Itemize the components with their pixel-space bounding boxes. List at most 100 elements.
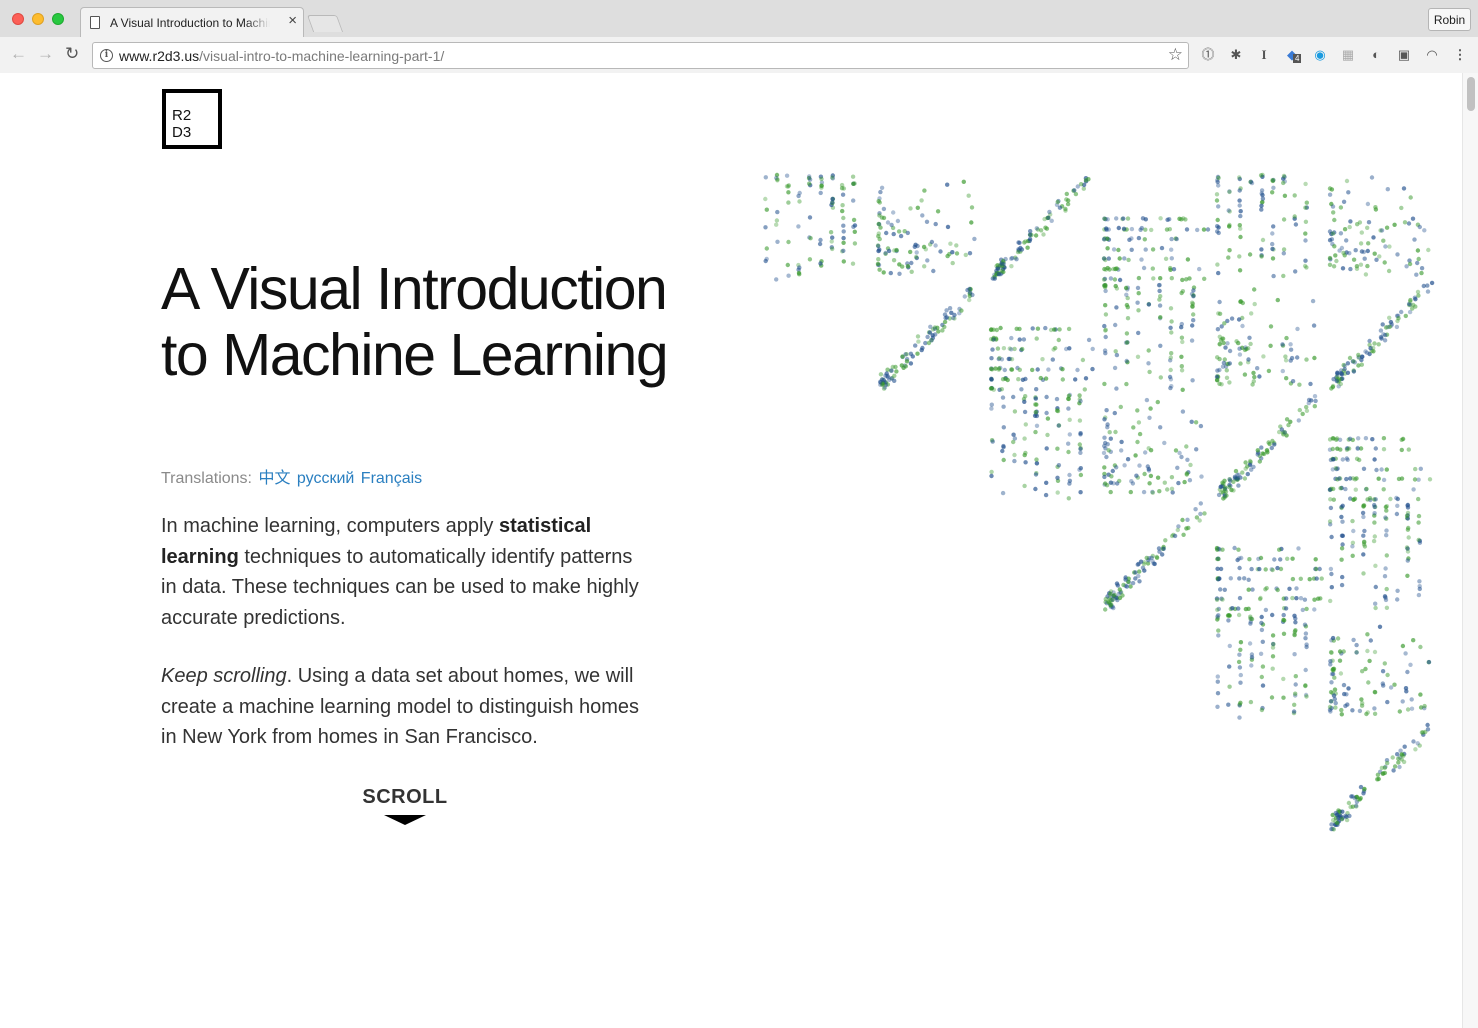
scatter-point <box>877 213 882 218</box>
scatter-point <box>1402 220 1408 225</box>
scatter-point <box>1146 468 1152 473</box>
maximize-window-button[interactable] <box>52 13 64 25</box>
scatter-point <box>1040 357 1045 362</box>
scatter-point <box>1366 220 1372 225</box>
scatter-point <box>1030 326 1035 331</box>
address-bar[interactable]: i www.r2d3.us/visual-intro-to-machine-le… <box>92 42 1189 69</box>
scatter-point <box>1355 446 1360 451</box>
scatter-point <box>1259 627 1265 633</box>
scatter-point <box>1304 644 1309 650</box>
scatter-point <box>1217 299 1222 305</box>
scatter-point <box>990 439 995 444</box>
scatter-point <box>1304 404 1309 410</box>
star-icon[interactable]: ☆ <box>1168 45 1183 65</box>
scatter-point <box>1168 325 1173 330</box>
profile-button[interactable]: Robin <box>1428 8 1471 31</box>
scatter-point <box>1238 700 1243 705</box>
scatter-point <box>1238 640 1244 645</box>
scatter-point <box>1270 256 1276 261</box>
back-arrow-icon[interactable]: ← <box>10 45 27 63</box>
scatter-point <box>1358 796 1363 801</box>
extension-gauge-icon[interactable]: ◠ <box>1424 47 1440 63</box>
extension-1password-icon[interactable]: ⓵ <box>1200 47 1216 63</box>
scatter-point <box>894 369 899 374</box>
scatter-point <box>898 233 904 239</box>
new-tab-button[interactable] <box>306 15 344 32</box>
scrollbar-thumb[interactable] <box>1467 77 1475 111</box>
scatter-point <box>786 184 791 189</box>
scatter-point <box>1342 227 1348 232</box>
translation-link-chinese[interactable]: 中文 <box>258 470 290 487</box>
scatter-point <box>1334 378 1339 384</box>
scatter-point <box>1179 454 1184 460</box>
scatter-point <box>1078 450 1083 455</box>
info-icon[interactable]: i <box>100 49 113 62</box>
close-window-button[interactable] <box>12 13 24 25</box>
reload-icon[interactable]: ↻ <box>65 45 79 63</box>
scatter-point <box>1339 245 1345 251</box>
scatter-point <box>1236 659 1242 665</box>
scatter-point <box>1292 631 1297 637</box>
scatter-point <box>1337 476 1342 481</box>
scatter-point <box>1191 288 1196 293</box>
scatter-point <box>1226 702 1231 707</box>
menu-icon[interactable]: ⋮ <box>1452 47 1468 63</box>
scatter-point <box>1238 672 1243 678</box>
page-scrollbar[interactable] <box>1462 73 1478 1028</box>
scatter-point <box>1415 248 1421 253</box>
extension-leaf-icon[interactable]: ◐ <box>1368 47 1384 63</box>
url-text[interactable]: www.r2d3.us/visual-intro-to-machine-lear… <box>119 48 444 64</box>
scatter-point <box>996 266 1001 272</box>
extension-camera-icon[interactable]: ▣ <box>1396 47 1412 63</box>
scatter-point <box>1404 545 1410 550</box>
scatter-point <box>1350 804 1355 809</box>
scatter-point <box>1351 369 1357 374</box>
scatter-point <box>1295 326 1300 332</box>
browser-tab[interactable]: A Visual Introduction to Machine Learnin… <box>80 7 304 37</box>
extension-grid-icon[interactable]: ▦ <box>1340 47 1356 63</box>
scatter-point <box>932 325 938 330</box>
scatter-point <box>1167 374 1173 380</box>
extension-instapaper-icon[interactable]: I <box>1256 47 1272 63</box>
scatter-point <box>1236 547 1241 552</box>
scatter-point <box>1418 466 1423 471</box>
scatter-point <box>830 235 835 240</box>
scatter-point <box>1157 303 1163 308</box>
extension-circle-icon[interactable]: ◉ <box>1312 47 1328 63</box>
scatter-point <box>1135 285 1141 291</box>
scatter-point <box>1335 636 1341 641</box>
scatter-point <box>1033 233 1039 238</box>
scatter-point <box>1362 787 1367 792</box>
scatter-point <box>1399 437 1404 442</box>
extension-badge-icon[interactable]: ◆ 4 <box>1284 47 1302 63</box>
scatter-point <box>921 244 927 250</box>
scroll-prompt[interactable]: SCROLL <box>345 786 465 825</box>
translation-link-russian[interactable]: русский <box>297 470 354 487</box>
scatter-point <box>1217 576 1222 581</box>
forward-arrow-icon[interactable]: → <box>37 45 54 63</box>
scatter-point <box>1017 337 1022 342</box>
scatter-point <box>1113 283 1118 289</box>
scatter-point <box>1403 686 1409 691</box>
scatter-point <box>1191 312 1196 317</box>
scatter-point <box>1332 687 1338 692</box>
scatter-point <box>1048 327 1054 333</box>
scatter-point <box>1185 517 1190 522</box>
scatter-point <box>1066 396 1071 402</box>
extension-bug-icon[interactable]: ✱ <box>1228 47 1244 63</box>
translation-link-french[interactable]: Français <box>361 470 422 487</box>
scatter-point <box>1075 184 1080 189</box>
scatter-point <box>1002 367 1007 373</box>
scatter-point <box>850 261 856 266</box>
scatter-point <box>786 200 791 205</box>
scatter-point <box>1348 219 1353 224</box>
scatter-point <box>1055 199 1060 205</box>
minimize-window-button[interactable] <box>32 13 44 25</box>
r2d3-logo[interactable]: R2 D3 <box>162 89 222 149</box>
scatter-point <box>1102 474 1107 480</box>
scatter-point <box>1302 597 1308 602</box>
close-icon[interactable]: × <box>288 13 297 29</box>
scatter-point <box>1249 180 1255 186</box>
scatter-point <box>1259 445 1264 450</box>
scatter-point <box>1053 345 1058 351</box>
